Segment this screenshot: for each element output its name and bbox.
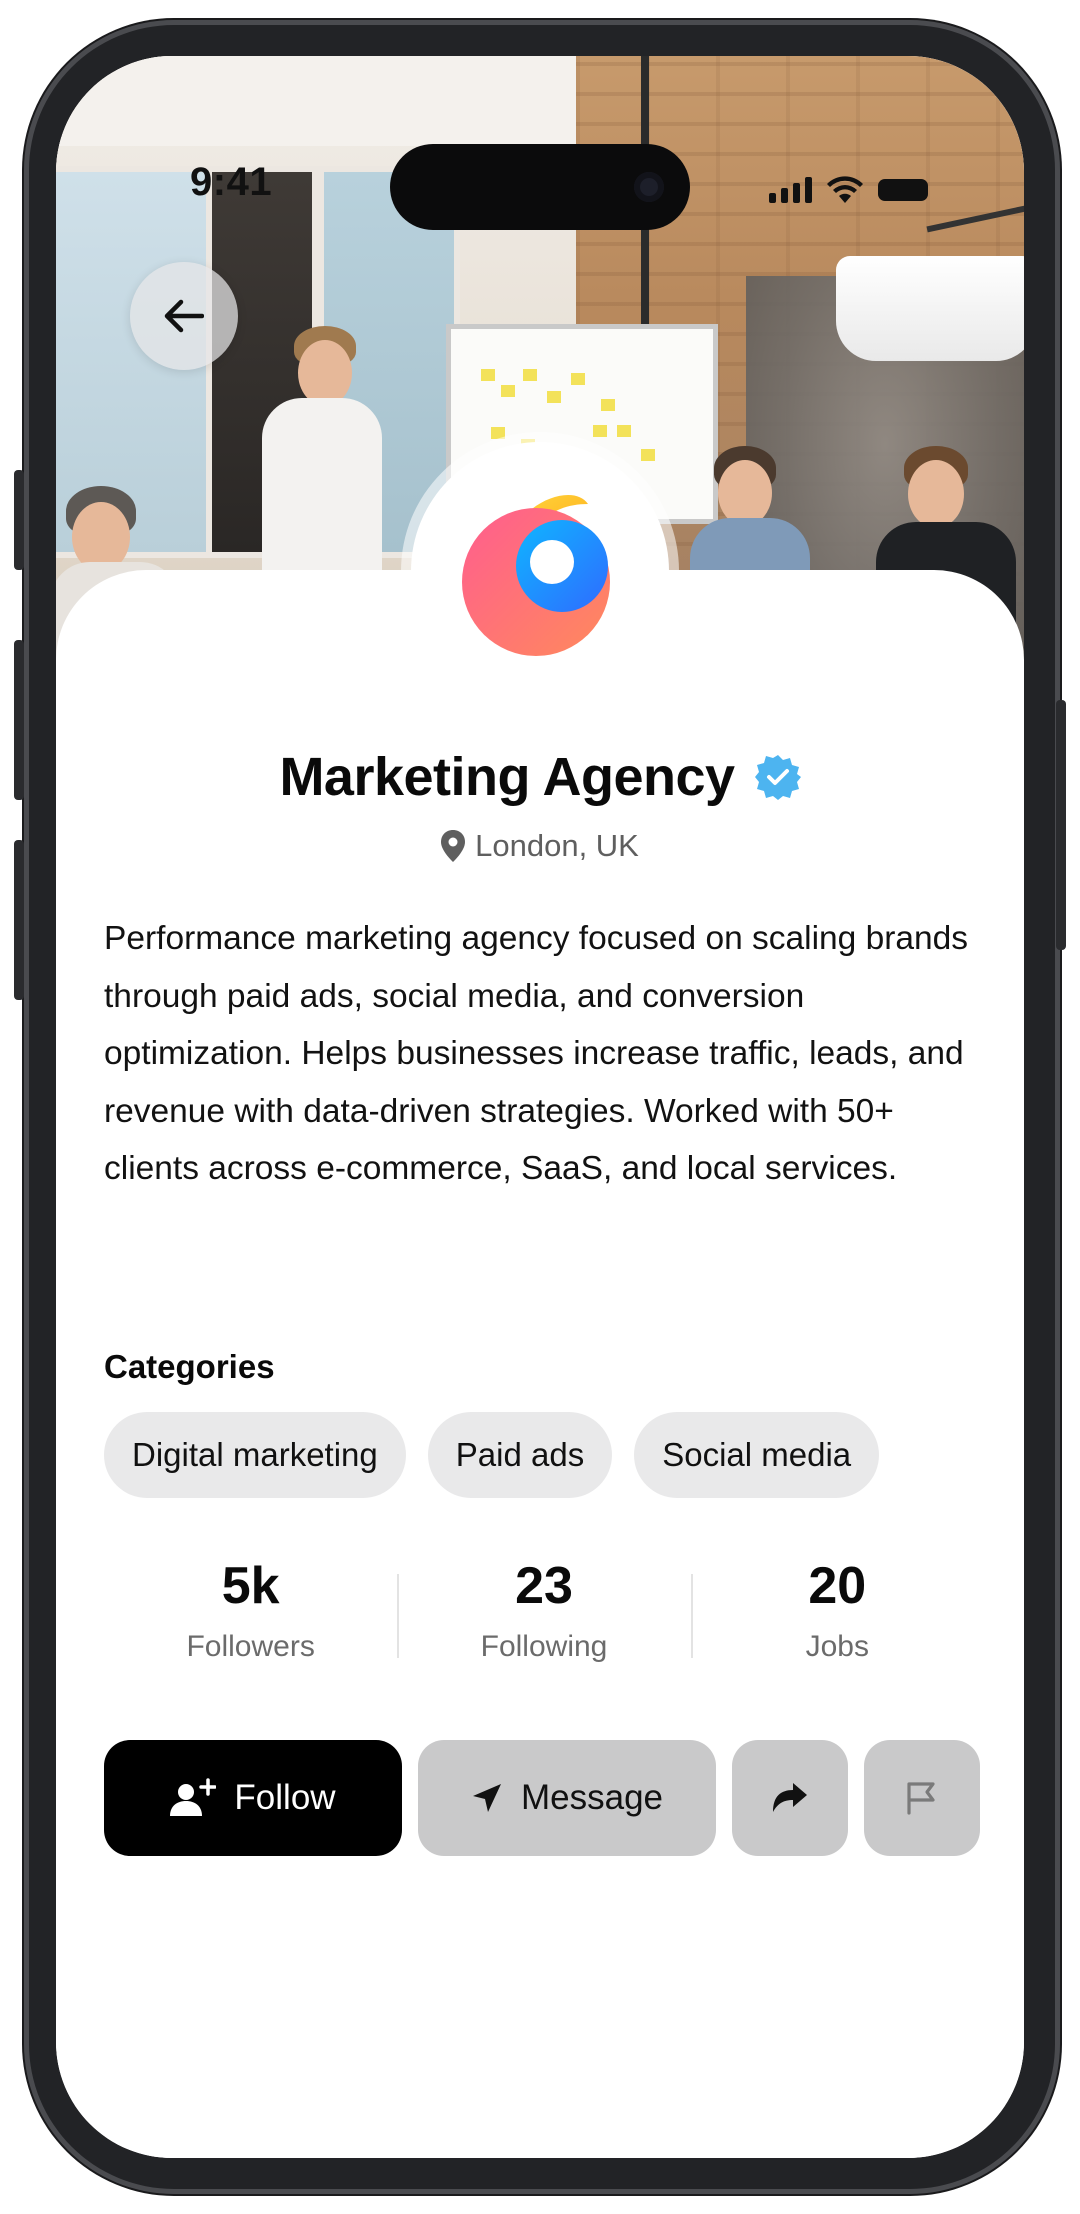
category-chip[interactable]: Digital marketing (104, 1412, 406, 1498)
location-row: London, UK (56, 828, 1024, 864)
share-arrow-icon (773, 1783, 807, 1812)
dynamic-island (390, 144, 690, 230)
message-label: Message (520, 1778, 664, 1817)
action-button (14, 470, 24, 570)
message-button[interactable]: Message (418, 1740, 716, 1856)
location-text: London, UK (475, 828, 639, 863)
wifi-icon (827, 176, 863, 203)
category-chips: Digital marketing Paid ads Social media (104, 1412, 880, 1498)
power-button (1056, 700, 1066, 950)
stat-value: 5k (221, 1557, 280, 1615)
stat-label: Followers (186, 1630, 315, 1663)
cellular-signal-icon (769, 177, 812, 203)
flag-icon (907, 1782, 935, 1815)
profile-header: Marketing Agency (56, 746, 1024, 808)
stat-following[interactable]: 23 Following (397, 1550, 690, 1664)
status-icons (769, 176, 928, 204)
profile-name: Marketing Agency (279, 747, 735, 807)
report-button[interactable] (864, 1740, 980, 1856)
follow-button[interactable]: Follow (104, 1740, 402, 1856)
volume-down-button (14, 840, 24, 1000)
stat-value: 20 (808, 1557, 867, 1615)
bio-text: Performance marketing agency focused on … (104, 920, 969, 1187)
action-buttons: Follow Message (104, 1740, 980, 1856)
status-time: 9:41 (190, 160, 273, 204)
add-user-icon (170, 1778, 217, 1816)
camera-icon (634, 172, 664, 202)
stats-row: 5k Followers 23 Following 20 Jobs (104, 1550, 984, 1664)
follow-label: Follow (234, 1778, 336, 1817)
location-pin-icon (441, 830, 466, 862)
arrow-left-icon (164, 299, 204, 333)
send-icon (472, 1784, 501, 1812)
stat-label: Following (480, 1630, 608, 1663)
share-button[interactable] (732, 1740, 848, 1856)
stat-jobs[interactable]: 20 Jobs (690, 1550, 984, 1664)
category-chip[interactable]: Social media (634, 1412, 880, 1498)
stat-label: Jobs (805, 1630, 869, 1663)
verified-badge-icon (754, 755, 801, 800)
stat-value: 23 (515, 1557, 573, 1615)
screen: 9:41 Marketing Agency London, UK Perform… (56, 56, 1024, 2158)
volume-up-button (14, 640, 24, 800)
categories-heading: Categories (104, 1348, 275, 1385)
category-chip[interactable]: Paid ads (427, 1412, 613, 1498)
battery-icon (878, 179, 928, 201)
company-logo (462, 495, 610, 656)
stat-followers[interactable]: 5k Followers (104, 1550, 397, 1664)
back-button[interactable] (130, 262, 238, 370)
